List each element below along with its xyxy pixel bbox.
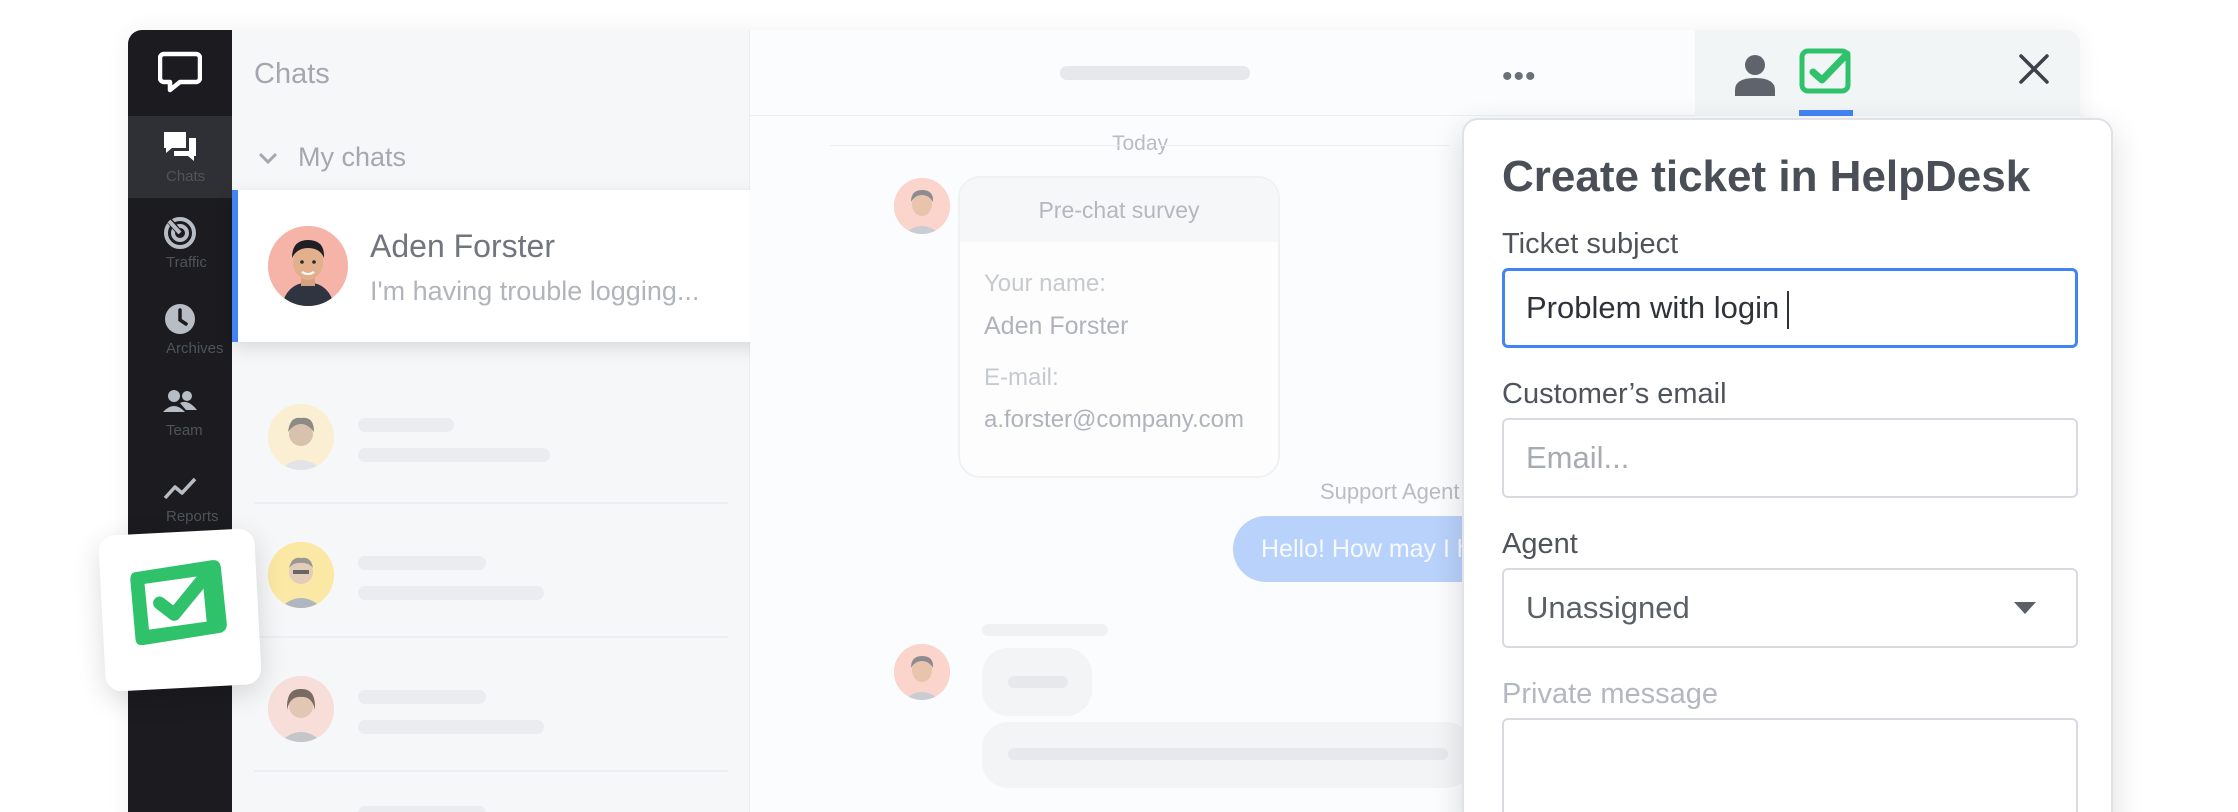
ticket-subject-value: Problem with login bbox=[1526, 290, 1780, 325]
chat-list-panel: Chats My chats Aden Forster I'm having t… bbox=[232, 30, 768, 812]
customer-message-bubble bbox=[982, 648, 1092, 716]
date-divider: Today bbox=[750, 132, 1530, 156]
list-item[interactable] bbox=[232, 368, 750, 502]
chat-list-title: Chats bbox=[254, 58, 330, 90]
customer-email-label: Customer’s email bbox=[1502, 378, 1727, 410]
sidebar-item-label: Reports bbox=[166, 508, 219, 525]
agent-select-value: Unassigned bbox=[1526, 590, 1690, 625]
chevron-down-icon bbox=[258, 152, 278, 164]
survey-email-label: E-mail: bbox=[984, 364, 1059, 391]
survey-title: Pre-chat survey bbox=[960, 178, 1278, 242]
conversation-header: ••• bbox=[750, 30, 1695, 116]
survey-name-value: Aden Forster bbox=[984, 312, 1129, 340]
avatar bbox=[894, 644, 950, 700]
active-chat-item[interactable]: Aden Forster I'm having trouble logging.… bbox=[232, 190, 768, 342]
customer-avatar-icon bbox=[268, 226, 348, 306]
customer-name: Aden Forster bbox=[370, 228, 555, 264]
sidebar-item-label: Traffic bbox=[166, 254, 207, 271]
sidebar-item-traffic[interactable]: Traffic bbox=[128, 202, 232, 284]
customer-email-input[interactable]: Email... bbox=[1502, 418, 2078, 498]
section-label: My chats bbox=[298, 142, 407, 172]
sidebar-item-team[interactable]: Team bbox=[128, 374, 232, 456]
helpdesk-check-icon bbox=[1799, 48, 1851, 94]
customer-email-placeholder: Email... bbox=[1526, 440, 1630, 475]
more-options-icon[interactable]: ••• bbox=[1502, 60, 1537, 94]
list-item[interactable] bbox=[232, 506, 750, 640]
helpdesk-tab[interactable] bbox=[1799, 48, 1853, 116]
create-ticket-form: Create ticket in HelpDesk Ticket subject… bbox=[1462, 118, 2113, 812]
app-logo-icon[interactable] bbox=[158, 50, 202, 94]
avatar bbox=[268, 404, 334, 470]
details-panel-header bbox=[1695, 30, 2080, 116]
ticket-subject-input[interactable]: Problem with login bbox=[1502, 268, 2078, 348]
ticket-subject-label: Ticket subject bbox=[1502, 228, 1679, 260]
avatar bbox=[268, 676, 334, 742]
avatar bbox=[268, 226, 348, 306]
sidebar: Chats Traffic Archives Team Reports bbox=[128, 30, 232, 812]
list-item[interactable] bbox=[232, 640, 750, 774]
avatar bbox=[894, 178, 950, 234]
survey-email-value: a.forster@company.com bbox=[984, 406, 1245, 433]
text-caret bbox=[1787, 290, 1790, 329]
active-tab-indicator bbox=[1799, 110, 1853, 116]
dropdown-arrow-icon bbox=[2014, 602, 2036, 614]
private-message-textarea[interactable] bbox=[1502, 718, 2078, 812]
sidebar-item-label: Chats bbox=[166, 168, 206, 185]
close-icon[interactable] bbox=[2017, 52, 2051, 86]
archives-icon bbox=[165, 304, 195, 334]
form-title: Create ticket in HelpDesk bbox=[1502, 152, 2031, 201]
customer-message-bubble bbox=[982, 722, 1472, 788]
sidebar-item-chats[interactable]: Chats bbox=[128, 116, 232, 198]
helpdesk-app-badge bbox=[98, 528, 262, 692]
pre-chat-survey-card: Pre-chat survey Your name: Aden Forster … bbox=[958, 176, 1280, 478]
avatar bbox=[268, 542, 334, 608]
my-chats-section-toggle[interactable]: My chats bbox=[258, 142, 406, 173]
team-icon bbox=[163, 390, 197, 412]
sidebar-item-label: Archives bbox=[166, 340, 224, 357]
helpdesk-logo-icon bbox=[130, 560, 227, 646]
sidebar-item-archives[interactable]: Archives bbox=[128, 288, 232, 370]
chats-icon bbox=[164, 132, 196, 161]
agent-select[interactable]: Unassigned bbox=[1502, 568, 2078, 648]
agent-label: Agent bbox=[1502, 528, 1578, 560]
sidebar-item-label: Team bbox=[166, 422, 203, 439]
reports-icon bbox=[163, 477, 197, 500]
message-preview: I'm having trouble logging... bbox=[370, 276, 700, 306]
agent-name-label: Support Agent bbox=[1320, 479, 1460, 504]
survey-name-label: Your name: bbox=[984, 270, 1106, 297]
private-message-label: Private message bbox=[1502, 678, 1718, 710]
customer-details-tab-icon[interactable] bbox=[1733, 52, 1777, 96]
traffic-icon bbox=[164, 216, 196, 249]
